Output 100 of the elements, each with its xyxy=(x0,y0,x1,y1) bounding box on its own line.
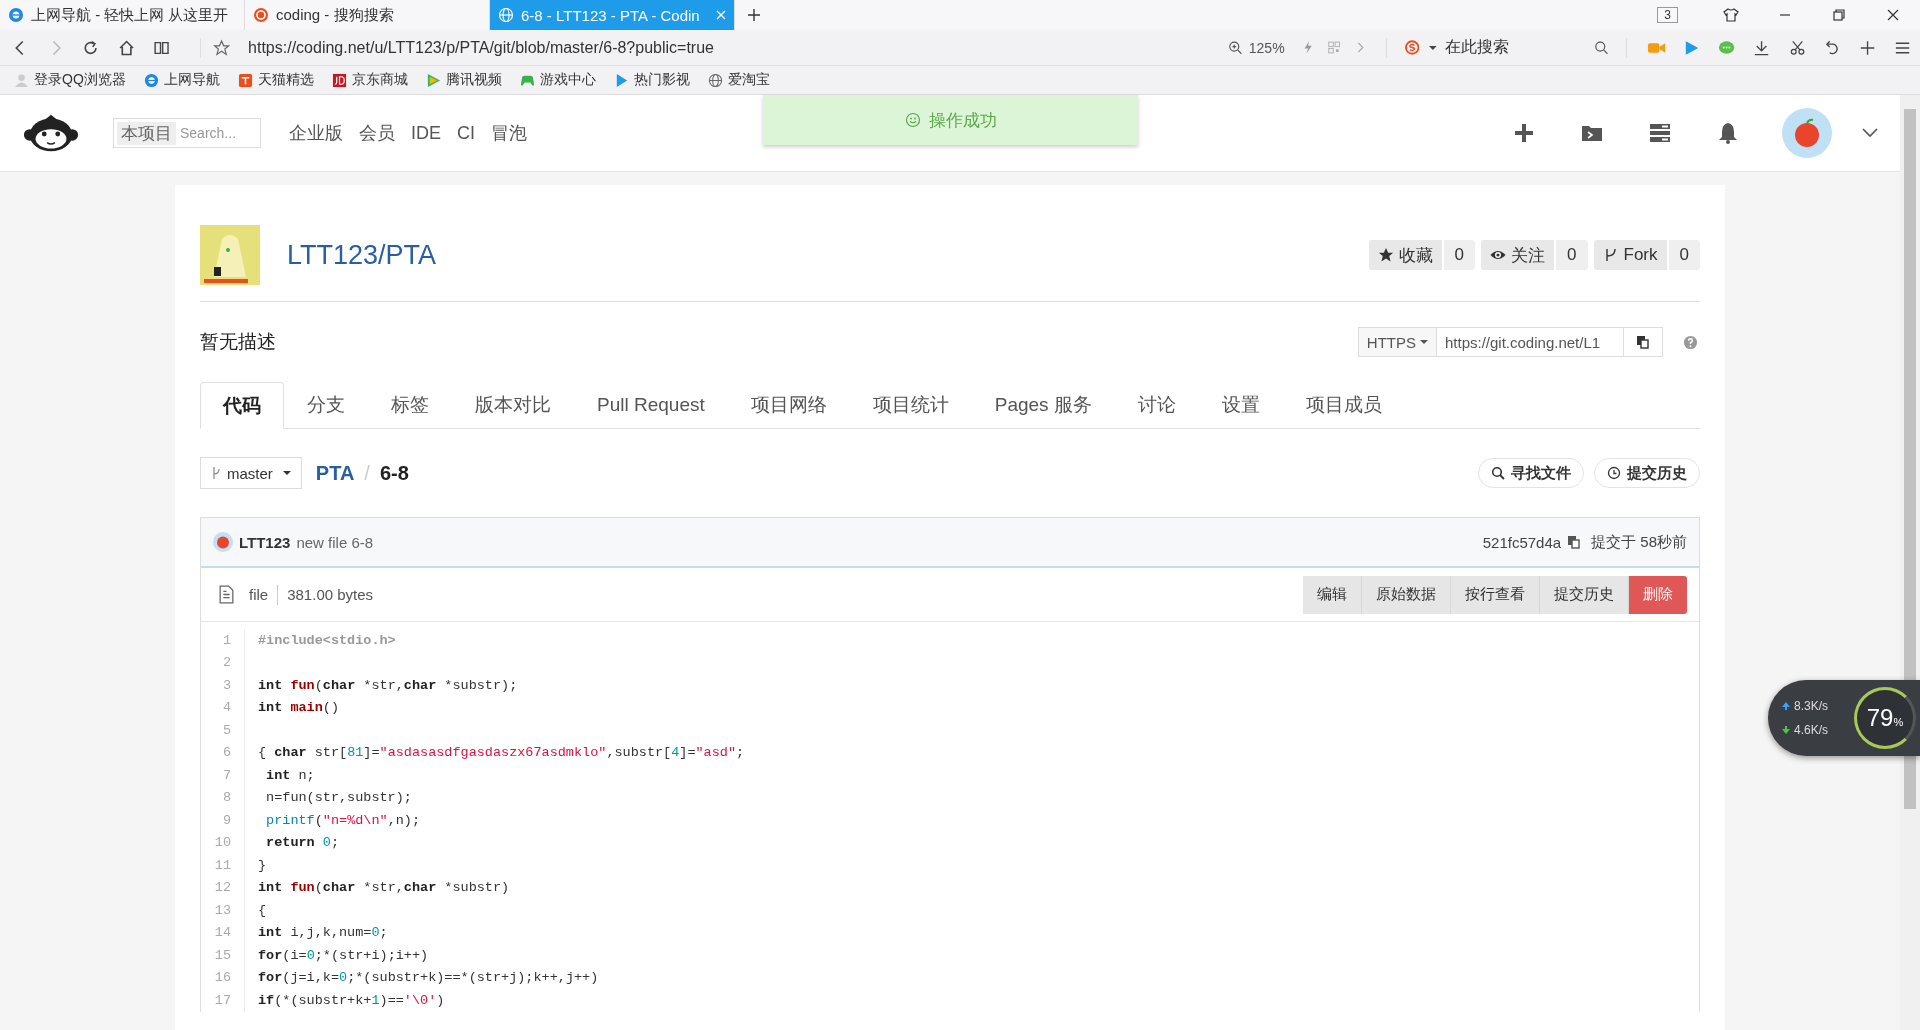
bookmark-link[interactable]: 登录QQ浏览器 xyxy=(34,71,126,89)
repo-tab[interactable]: Pull Request xyxy=(574,382,728,429)
file-icon xyxy=(218,585,235,604)
count-badge: 0 xyxy=(1556,240,1588,270)
chevron-down-icon[interactable] xyxy=(1862,128,1878,138)
line-number: 10 xyxy=(201,831,245,854)
zoom-icon[interactable] xyxy=(1228,40,1243,55)
commit-hash[interactable]: 521fc57d4a xyxy=(1482,533,1562,551)
tab-title: coding - 搜狗搜索 xyxy=(276,5,395,25)
line-number: 12 xyxy=(201,876,245,899)
code-line: { char str[81]="asdasasdfgasdaszx67asdmklo",substr[4]="asd"; xyxy=(257,745,745,761)
url-field[interactable]: https://coding.net/u/LTT123/p/PTA/git/blob/master/6-8?public=true xyxy=(248,38,1223,57)
code-line: int i,j,k,num=0; xyxy=(257,925,388,941)
branch-dropdown[interactable]: master xyxy=(200,457,302,489)
search-field[interactable]: 在此搜索 xyxy=(1444,37,1588,58)
repo-tab[interactable]: 项目统计 xyxy=(849,382,972,429)
shirt-icon[interactable] xyxy=(1723,7,1739,23)
line-number: 9 xyxy=(201,809,245,832)
repo-tab[interactable]: Pages 服务 xyxy=(971,382,1115,429)
nav-link[interactable]: 冒泡 xyxy=(491,121,527,145)
repo-tab[interactable]: 标签 xyxy=(368,382,452,429)
line-number: 2 xyxy=(201,651,245,674)
author-avatar xyxy=(213,532,233,552)
user-avatar[interactable] xyxy=(1782,108,1832,158)
count-badge: 0 xyxy=(1443,240,1476,270)
line-number: 14 xyxy=(201,921,245,944)
repo-tab[interactable]: 项目网络 xyxy=(727,382,850,429)
tab-count[interactable]: 3 xyxy=(1657,7,1678,23)
copy-button[interactable] xyxy=(1623,327,1663,357)
bookmark-link[interactable]: 上网导航 xyxy=(163,71,220,89)
line-number: 7 xyxy=(201,764,245,787)
nav-link[interactable]: IDE xyxy=(411,122,441,144)
code-line: int n; xyxy=(265,767,315,783)
clone-url-field[interactable]: https://git.coding.net/L1 xyxy=(1437,327,1623,357)
breadcrumb-link[interactable]: PTA xyxy=(315,461,355,485)
code-line: #include<stdio.h> xyxy=(257,632,396,648)
tab-title: 上网导航 - 轻快上网 从这里开 xyxy=(31,5,230,25)
new-tab-icon[interactable] xyxy=(747,8,761,22)
list-icon[interactable] xyxy=(1648,121,1672,145)
repo-tab[interactable]: 设置 xyxy=(1198,382,1283,429)
repo-tab[interactable]: 项目成员 xyxy=(1282,382,1405,429)
repo-action-button[interactable]: 关注 xyxy=(1481,240,1555,270)
repo-tab[interactable]: 版本对比 xyxy=(452,382,574,429)
globe-icon[interactable] xyxy=(707,72,723,88)
tool-button[interactable]: 寻找文件 xyxy=(1478,458,1584,488)
bookmark-link[interactable]: 游戏中心 xyxy=(539,71,596,89)
line-number: 3 xyxy=(201,674,245,697)
file-action-button[interactable]: 原始数据 xyxy=(1362,575,1451,614)
code-line: n=fun(str,substr); xyxy=(265,790,412,806)
e-logo-icon xyxy=(8,7,24,23)
e-logo-icon[interactable] xyxy=(143,72,159,88)
bookmark-link[interactable]: 热门影视 xyxy=(633,71,690,89)
code-line: for(i=0;*(str+i);i++) xyxy=(257,947,429,963)
close-icon[interactable] xyxy=(1885,7,1901,23)
nav-link[interactable]: 企业版 xyxy=(289,121,343,145)
file-action-button[interactable]: 编辑 xyxy=(1303,575,1362,614)
line-number: 13 xyxy=(201,899,245,922)
down-arrow-icon xyxy=(1782,726,1790,734)
tool-button[interactable]: 提交历史 xyxy=(1594,458,1700,488)
code-line: int fun(char *str,char *substr) xyxy=(257,880,510,896)
repo-description: 暂无描述 xyxy=(200,330,276,354)
monkey-logo-icon[interactable] xyxy=(22,113,80,153)
bookmark-link[interactable]: 京东商城 xyxy=(351,71,408,89)
search-field[interactable]: 本项目 Search... xyxy=(113,118,261,148)
line-number: 4 xyxy=(201,696,245,719)
star-icon[interactable] xyxy=(212,38,231,57)
repo-name[interactable]: LTT123/PTA xyxy=(287,239,437,271)
bookmark-link[interactable]: 腾讯视频 xyxy=(445,71,502,89)
nav-link[interactable]: CI xyxy=(457,122,475,144)
bookmark-link[interactable]: 天猫精选 xyxy=(257,71,314,89)
code-line: int fun(char *str,char *substr); xyxy=(257,677,518,693)
repo-action-button[interactable]: 收藏 xyxy=(1368,240,1442,270)
code-line: if(*(substr+k+1)=='\0') xyxy=(257,992,445,1008)
bookmark-link[interactable]: 爱淘宝 xyxy=(727,71,770,89)
nav-link[interactable]: 会员 xyxy=(359,121,395,145)
search-icon[interactable] xyxy=(1593,40,1609,55)
file-action-button[interactable]: 按行查看 xyxy=(1451,575,1540,614)
help-icon[interactable] xyxy=(1683,334,1698,350)
caret-icon[interactable] xyxy=(1428,44,1437,51)
commit-author[interactable]: LTT123 xyxy=(239,533,291,551)
square-logo-icon[interactable] xyxy=(331,72,347,88)
repo-tab[interactable]: 代码 xyxy=(200,382,284,429)
code-line: int main() xyxy=(257,700,340,716)
file-action-button[interactable]: 提交历史 xyxy=(1540,575,1629,614)
zoom-level[interactable]: 125% xyxy=(1248,39,1285,56)
repo-tab[interactable]: 分支 xyxy=(284,382,368,429)
reload-icon[interactable] xyxy=(82,38,100,57)
protocol-dropdown[interactable]: HTTPS xyxy=(1357,327,1437,357)
home-icon[interactable] xyxy=(117,38,135,57)
repo-tab[interactable]: 讨论 xyxy=(1114,382,1199,429)
restore-icon[interactable] xyxy=(1831,7,1847,23)
s-logo-icon[interactable] xyxy=(1404,40,1419,55)
search-icon xyxy=(1491,466,1505,480)
network-speed-widget[interactable]: 8.3K/s 4.6K/s 79% xyxy=(1768,680,1920,756)
t-logo-icon[interactable] xyxy=(237,72,253,88)
path-separator: / xyxy=(364,461,370,485)
plus-icon[interactable] xyxy=(1512,121,1536,145)
copy-icon[interactable] xyxy=(1567,535,1582,549)
delete-button[interactable]: 删除 xyxy=(1629,575,1687,614)
repo-action-button[interactable]: Fork xyxy=(1593,240,1667,270)
